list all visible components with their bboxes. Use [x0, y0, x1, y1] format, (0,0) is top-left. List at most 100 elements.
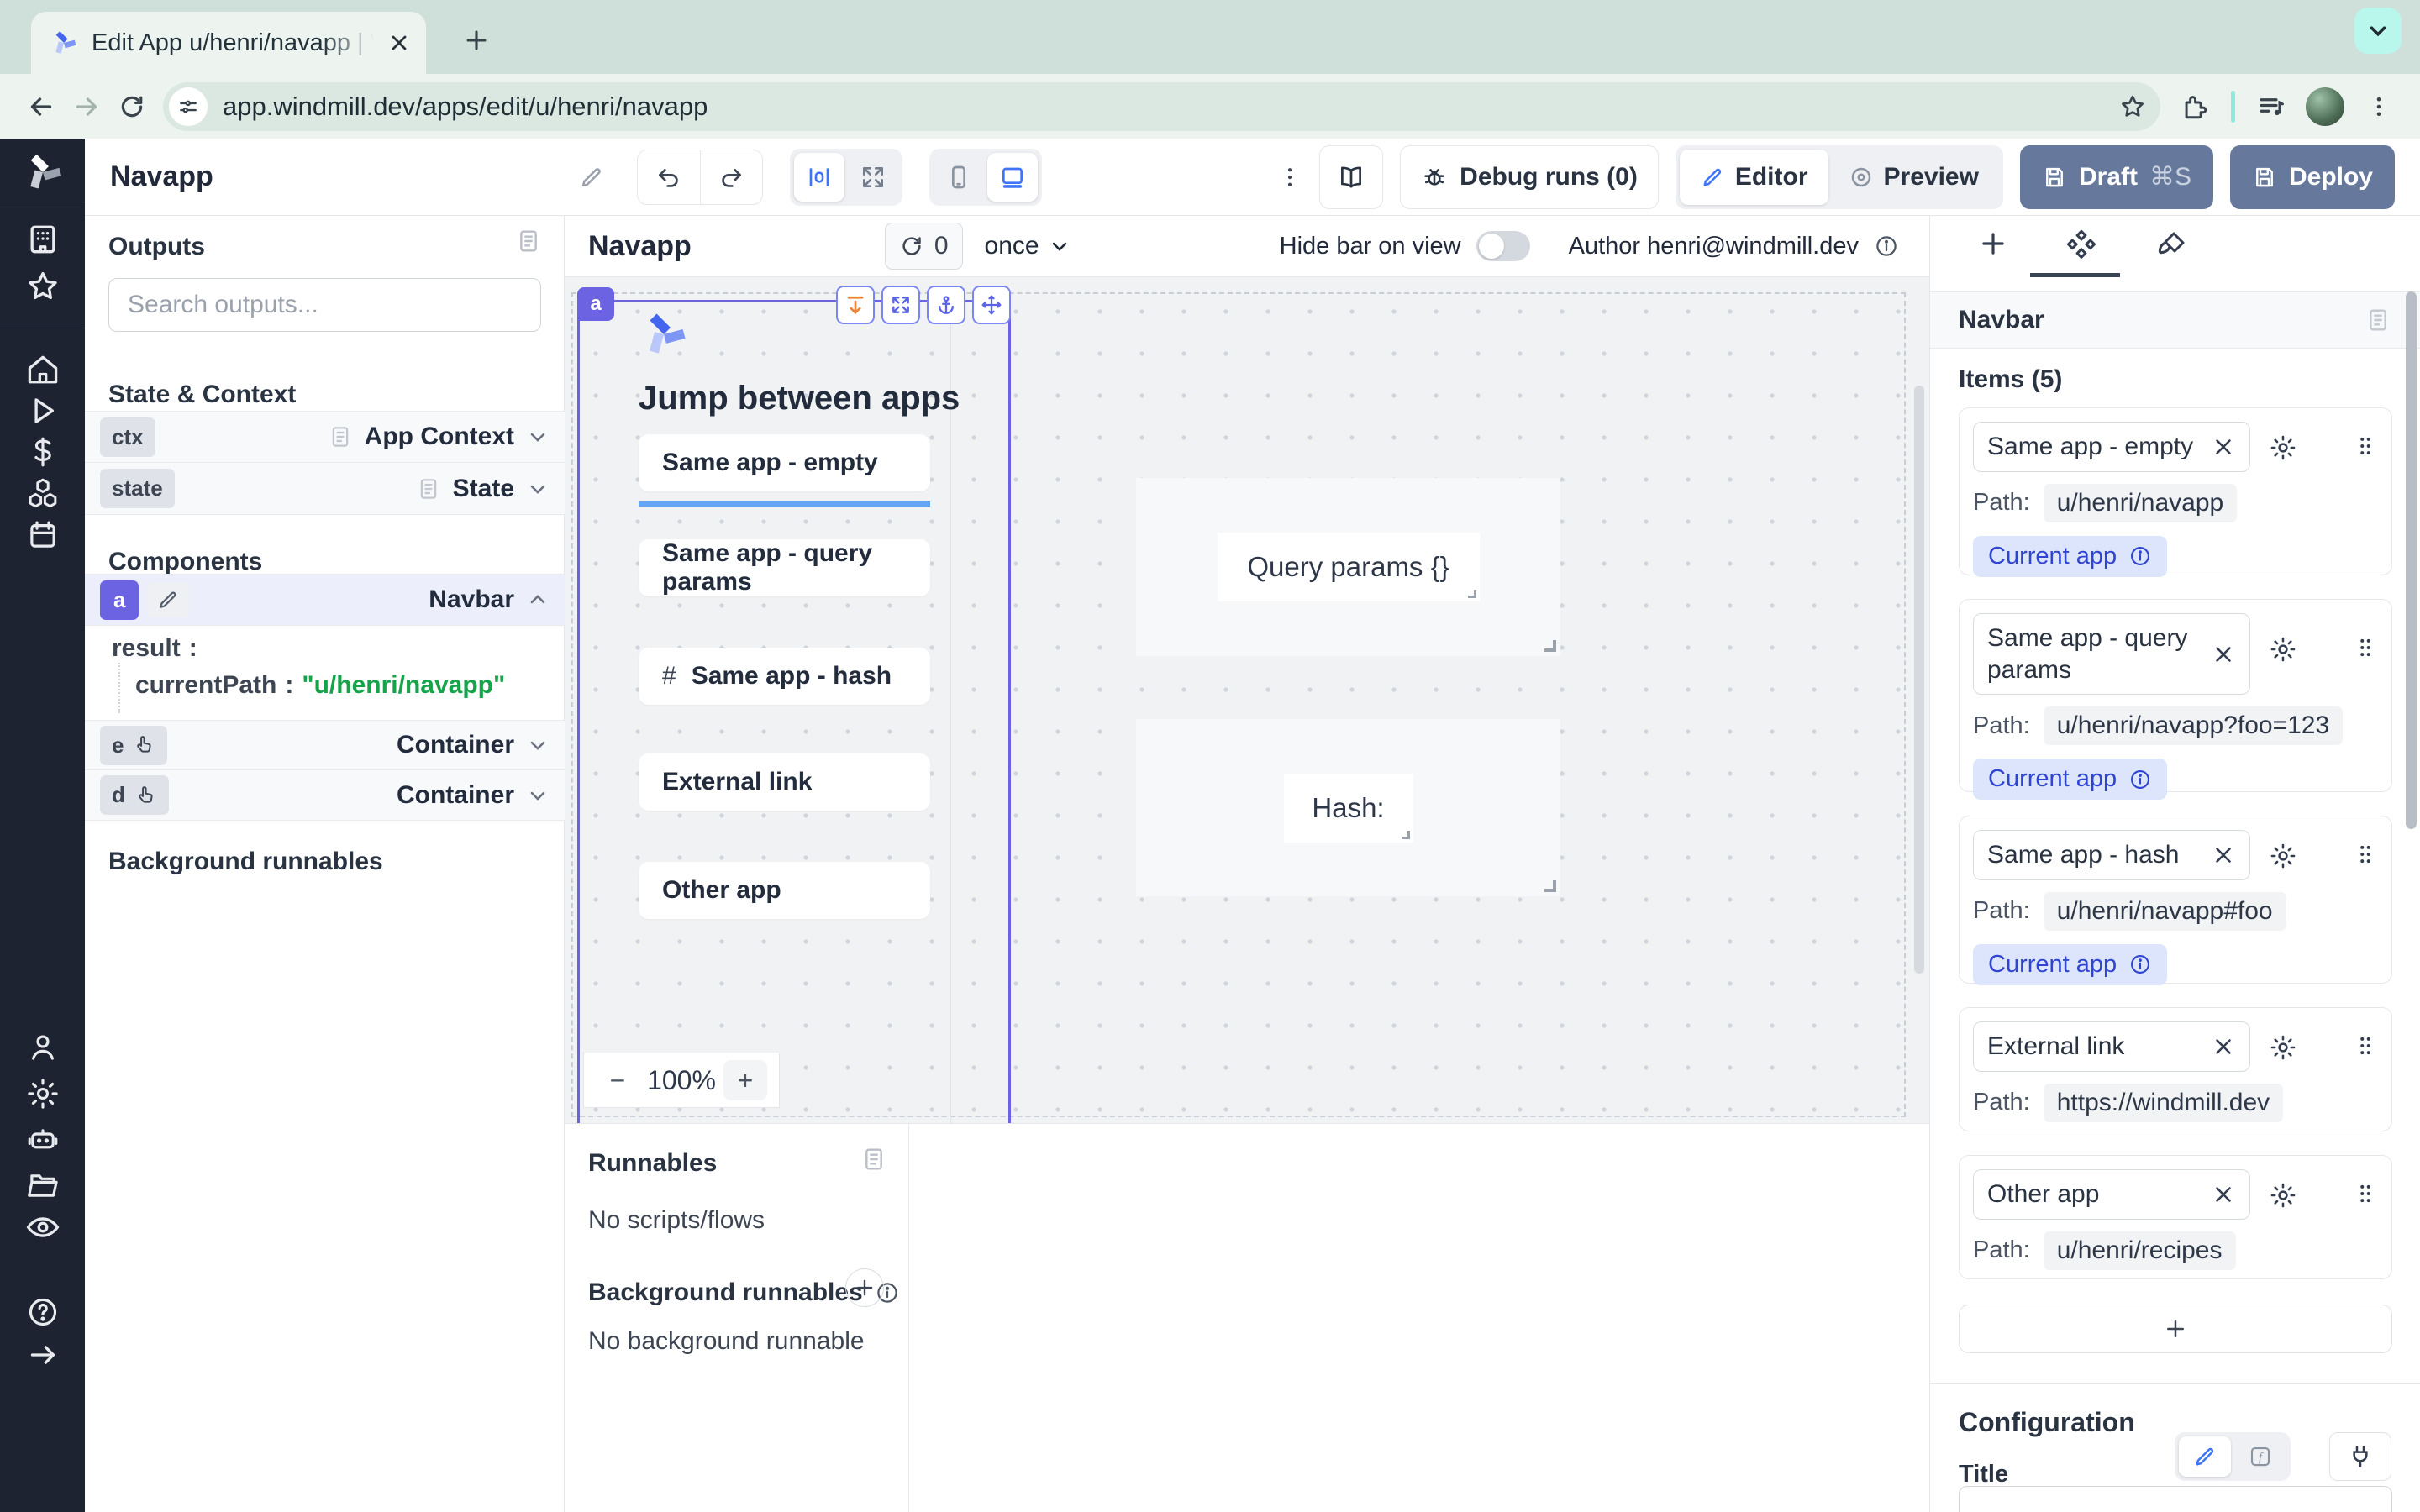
zoom-out-button[interactable]: −: [596, 1060, 639, 1100]
forward-button[interactable]: [64, 84, 109, 129]
audit-logs-icon[interactable]: [0, 1209, 85, 1246]
info-icon[interactable]: [2128, 768, 2152, 791]
clear-icon[interactable]: [2211, 1182, 2236, 1207]
hide-bar-toggle[interactable]: [1476, 231, 1530, 261]
item-settings-icon[interactable]: [2269, 433, 2297, 462]
docs-button[interactable]: [1319, 145, 1383, 209]
home-icon[interactable]: [0, 351, 85, 388]
connect-input-button[interactable]: [2329, 1432, 2391, 1481]
mobile-view-button[interactable]: [934, 153, 984, 202]
drag-handle-icon[interactable]: [2353, 842, 2378, 867]
component-row-container-e[interactable]: e Container: [85, 720, 565, 770]
collapse-rail-icon[interactable]: [0, 1338, 85, 1372]
bookmark-star-icon[interactable]: [2118, 92, 2147, 121]
current-path-entry[interactable]: currentPath:"u/henri/navapp": [135, 671, 505, 700]
move-component-button[interactable]: [972, 286, 1011, 324]
resize-handle[interactable]: [1544, 880, 1556, 892]
settings-icon[interactable]: [0, 1076, 85, 1111]
state-row[interactable]: state State: [85, 463, 565, 515]
resize-handle[interactable]: [1402, 831, 1410, 839]
refresh-mode-select[interactable]: once: [985, 232, 1071, 260]
address-bar[interactable]: app.windmill.dev/apps/edit/u/henri/navap…: [163, 82, 2160, 131]
expand-component-button[interactable]: [881, 286, 920, 324]
item-label-field[interactable]: Other app: [1973, 1169, 2250, 1220]
clear-icon[interactable]: [2211, 642, 2236, 667]
drag-handle-icon[interactable]: [2353, 1181, 2378, 1206]
item-settings-icon[interactable]: [2269, 842, 2297, 870]
runnables-doc-icon[interactable]: [860, 1146, 887, 1173]
zoom-in-button[interactable]: +: [723, 1060, 767, 1100]
browser-menu-icon[interactable]: [2356, 84, 2402, 129]
edit-app-name-icon[interactable]: [578, 164, 605, 191]
browser-tab[interactable]: Edit App u/henri/navapp | Win: [31, 12, 426, 74]
component-row-navbar[interactable]: a Navbar: [85, 574, 565, 626]
navbar-component-selected[interactable]: a Jump between apps Same app - em: [577, 300, 1011, 1123]
styling-tab[interactable]: [2155, 228, 2189, 261]
item-label-field[interactable]: External link: [1973, 1021, 2250, 1072]
item-label-field[interactable]: Same app - query params: [1973, 613, 2250, 695]
item-label-field[interactable]: Same app - empty: [1973, 422, 2250, 472]
workers-icon[interactable]: [0, 1122, 85, 1158]
anchor-component-button[interactable]: [927, 286, 965, 324]
tab-close-icon[interactable]: [387, 31, 411, 55]
item-settings-icon[interactable]: [2269, 1181, 2297, 1210]
ctx-row[interactable]: ctx App Context: [85, 411, 565, 463]
doc-icon[interactable]: [2365, 307, 2391, 333]
info-icon[interactable]: [2128, 953, 2152, 976]
extensions-icon[interactable]: [2172, 84, 2217, 129]
clear-icon[interactable]: [2211, 1034, 2236, 1059]
resize-handle[interactable]: [1468, 590, 1476, 598]
folders-icon[interactable]: [0, 1167, 85, 1202]
nav-button-same-app-empty[interactable]: Same app - empty: [639, 434, 930, 491]
back-button[interactable]: [18, 84, 64, 129]
item-settings-icon[interactable]: [2269, 1033, 2297, 1062]
nav-button-hash[interactable]: # Same app - hash: [639, 648, 930, 705]
deploy-button[interactable]: Deploy: [2230, 145, 2395, 209]
resize-handle[interactable]: [1544, 640, 1556, 652]
item-label-field[interactable]: Same app - hash: [1973, 830, 2250, 880]
profile-avatar[interactable]: [2306, 87, 2344, 126]
editor-tab[interactable]: Editor: [1680, 150, 1828, 205]
schedules-icon[interactable]: [0, 517, 85, 553]
insert-below-button[interactable]: [836, 286, 875, 324]
nav-button-external-link[interactable]: External link: [639, 753, 930, 811]
redo-button[interactable]: [700, 150, 762, 204]
insert-component-tab[interactable]: [1977, 228, 2009, 260]
hash-text-box[interactable]: Hash:: [1284, 774, 1413, 843]
media-controls-icon[interactable]: [2249, 84, 2294, 129]
result-key[interactable]: result:: [112, 634, 206, 663]
canvas-scrollbar[interactable]: [1914, 386, 1924, 974]
variables-icon[interactable]: [0, 434, 85, 470]
nav-button-query-params[interactable]: Same app - query params: [639, 539, 930, 596]
preview-tab[interactable]: Preview: [1828, 150, 1999, 205]
tab-search-button[interactable]: [2354, 8, 2402, 54]
nav-button-other-app[interactable]: Other app: [639, 862, 930, 919]
new-tab-button[interactable]: [458, 22, 495, 59]
outputs-doc-icon[interactable]: [515, 228, 542, 255]
reload-button[interactable]: [109, 84, 155, 129]
drag-handle-icon[interactable]: [2353, 635, 2378, 660]
help-icon[interactable]: [0, 1294, 85, 1330]
runs-icon[interactable]: [0, 393, 85, 428]
debug-runs-button[interactable]: Debug runs (0): [1400, 145, 1659, 209]
clear-icon[interactable]: [2211, 843, 2236, 868]
drag-handle-icon[interactable]: [2353, 1033, 2378, 1058]
drag-handle-icon[interactable]: [2353, 433, 2378, 459]
site-info-icon[interactable]: [169, 87, 208, 126]
constrained-width-button[interactable]: [794, 153, 844, 202]
full-width-button[interactable]: [848, 153, 898, 202]
rename-pencil-icon[interactable]: [147, 582, 189, 617]
query-params-text-box[interactable]: Query params {}: [1218, 533, 1480, 601]
settings-scrollbar[interactable]: [2406, 291, 2417, 829]
clear-icon[interactable]: [2211, 434, 2236, 459]
static-mode-button[interactable]: [2179, 1436, 2231, 1477]
info-icon[interactable]: [1874, 234, 1899, 259]
draft-button[interactable]: Draft ⌘S: [2020, 145, 2213, 209]
title-input[interactable]: [1959, 1486, 2392, 1512]
desktop-view-button[interactable]: [987, 153, 1038, 202]
more-options-icon[interactable]: [1277, 165, 1302, 190]
hash-container[interactable]: Hash:: [1136, 719, 1560, 896]
search-outputs-input[interactable]: [108, 278, 541, 332]
component-settings-tab[interactable]: [2065, 228, 2098, 261]
users-icon[interactable]: [0, 1030, 85, 1065]
